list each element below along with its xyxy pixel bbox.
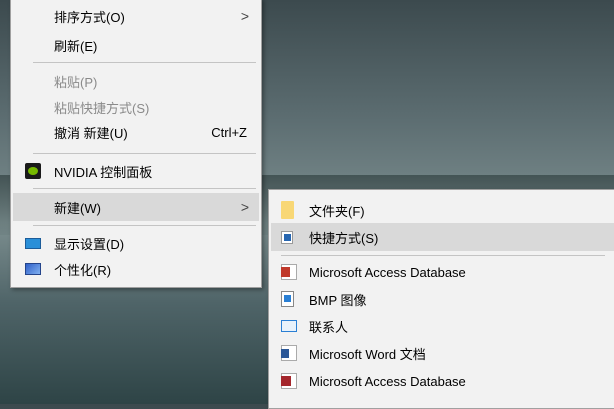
menu-item-sort-by[interactable]: 排序方式(O) > — [13, 3, 259, 29]
chevron-right-icon: > — [240, 8, 249, 24]
menu-item-label: Microsoft Word 文档 — [309, 346, 426, 362]
menu-item-label: 文件夹(F) — [309, 203, 365, 219]
word-icon — [281, 345, 297, 361]
menu-item-paste-shortcut[interactable]: 粘贴快捷方式(S) — [13, 94, 259, 120]
new-submenu: 文件夹(F) 快捷方式(S) Microsoft Access Database… — [268, 189, 614, 409]
personalize-icon — [25, 263, 41, 275]
access-icon — [281, 264, 297, 280]
menu-item-label: 粘贴(P) — [54, 74, 98, 90]
contact-icon — [281, 320, 297, 332]
menu-item-label: 新建(W) — [54, 200, 101, 216]
submenu-item-shortcut[interactable]: 快捷方式(S) — [271, 223, 614, 251]
submenu-item-access-database[interactable]: Microsoft Access Database — [271, 259, 614, 285]
menu-item-paste[interactable]: 粘贴(P) — [13, 68, 259, 94]
menu-item-new[interactable]: 新建(W) > — [13, 193, 259, 221]
access-icon — [281, 373, 297, 389]
submenu-item-folder[interactable]: 文件夹(F) — [271, 197, 614, 223]
separator — [33, 188, 256, 189]
menu-item-label: 显示设置(D) — [54, 236, 125, 252]
menu-item-label: 快捷方式(S) — [309, 230, 379, 246]
menu-item-label: Microsoft Access Database — [309, 264, 466, 280]
menu-item-label: 排序方式(O) — [54, 9, 125, 25]
menu-item-label: 刷新(E) — [54, 38, 98, 54]
display-icon — [25, 238, 41, 249]
menu-item-refresh[interactable]: 刷新(E) — [13, 32, 259, 58]
submenu-item-bmp-image[interactable]: BMP 图像 — [271, 286, 614, 312]
menu-item-label: 粘贴快捷方式(S) — [54, 100, 150, 116]
submenu-item-contact[interactable]: 联系人 — [271, 313, 614, 339]
bmp-icon — [281, 291, 294, 307]
menu-item-label: 撤消 新建(U) — [54, 125, 128, 141]
menu-item-label: BMP 图像 — [309, 292, 367, 308]
shortcut-icon — [281, 230, 293, 244]
submenu-item-word-document[interactable]: Microsoft Word 文档 — [271, 340, 614, 366]
folder-icon — [281, 201, 294, 219]
separator — [33, 62, 256, 63]
submenu-item-access-database-2[interactable]: Microsoft Access Database — [271, 368, 614, 394]
separator — [281, 255, 605, 256]
nvidia-icon — [25, 163, 41, 179]
menu-item-label: 个性化(R) — [54, 262, 112, 278]
menu-item-undo-new[interactable]: 撤消 新建(U) Ctrl+Z — [13, 119, 259, 145]
separator — [33, 153, 256, 154]
menu-item-label: 联系人 — [309, 319, 349, 335]
desktop-context-menu: 排序方式(O) > 刷新(E) 粘贴(P) 粘贴快捷方式(S) 撤消 新建(U) C… — [10, 0, 262, 288]
menu-item-nvidia-control-panel[interactable]: NVIDIA 控制面板 — [13, 158, 259, 184]
chevron-right-icon: > — [240, 199, 249, 215]
menu-item-label: Microsoft Access Database — [309, 373, 466, 389]
shortcut-label: Ctrl+Z — [211, 124, 247, 140]
menu-item-personalize[interactable]: 个性化(R) — [13, 256, 259, 282]
separator — [33, 225, 256, 226]
menu-item-label: NVIDIA 控制面板 — [54, 164, 153, 180]
menu-item-display-settings[interactable]: 显示设置(D) — [13, 230, 259, 256]
